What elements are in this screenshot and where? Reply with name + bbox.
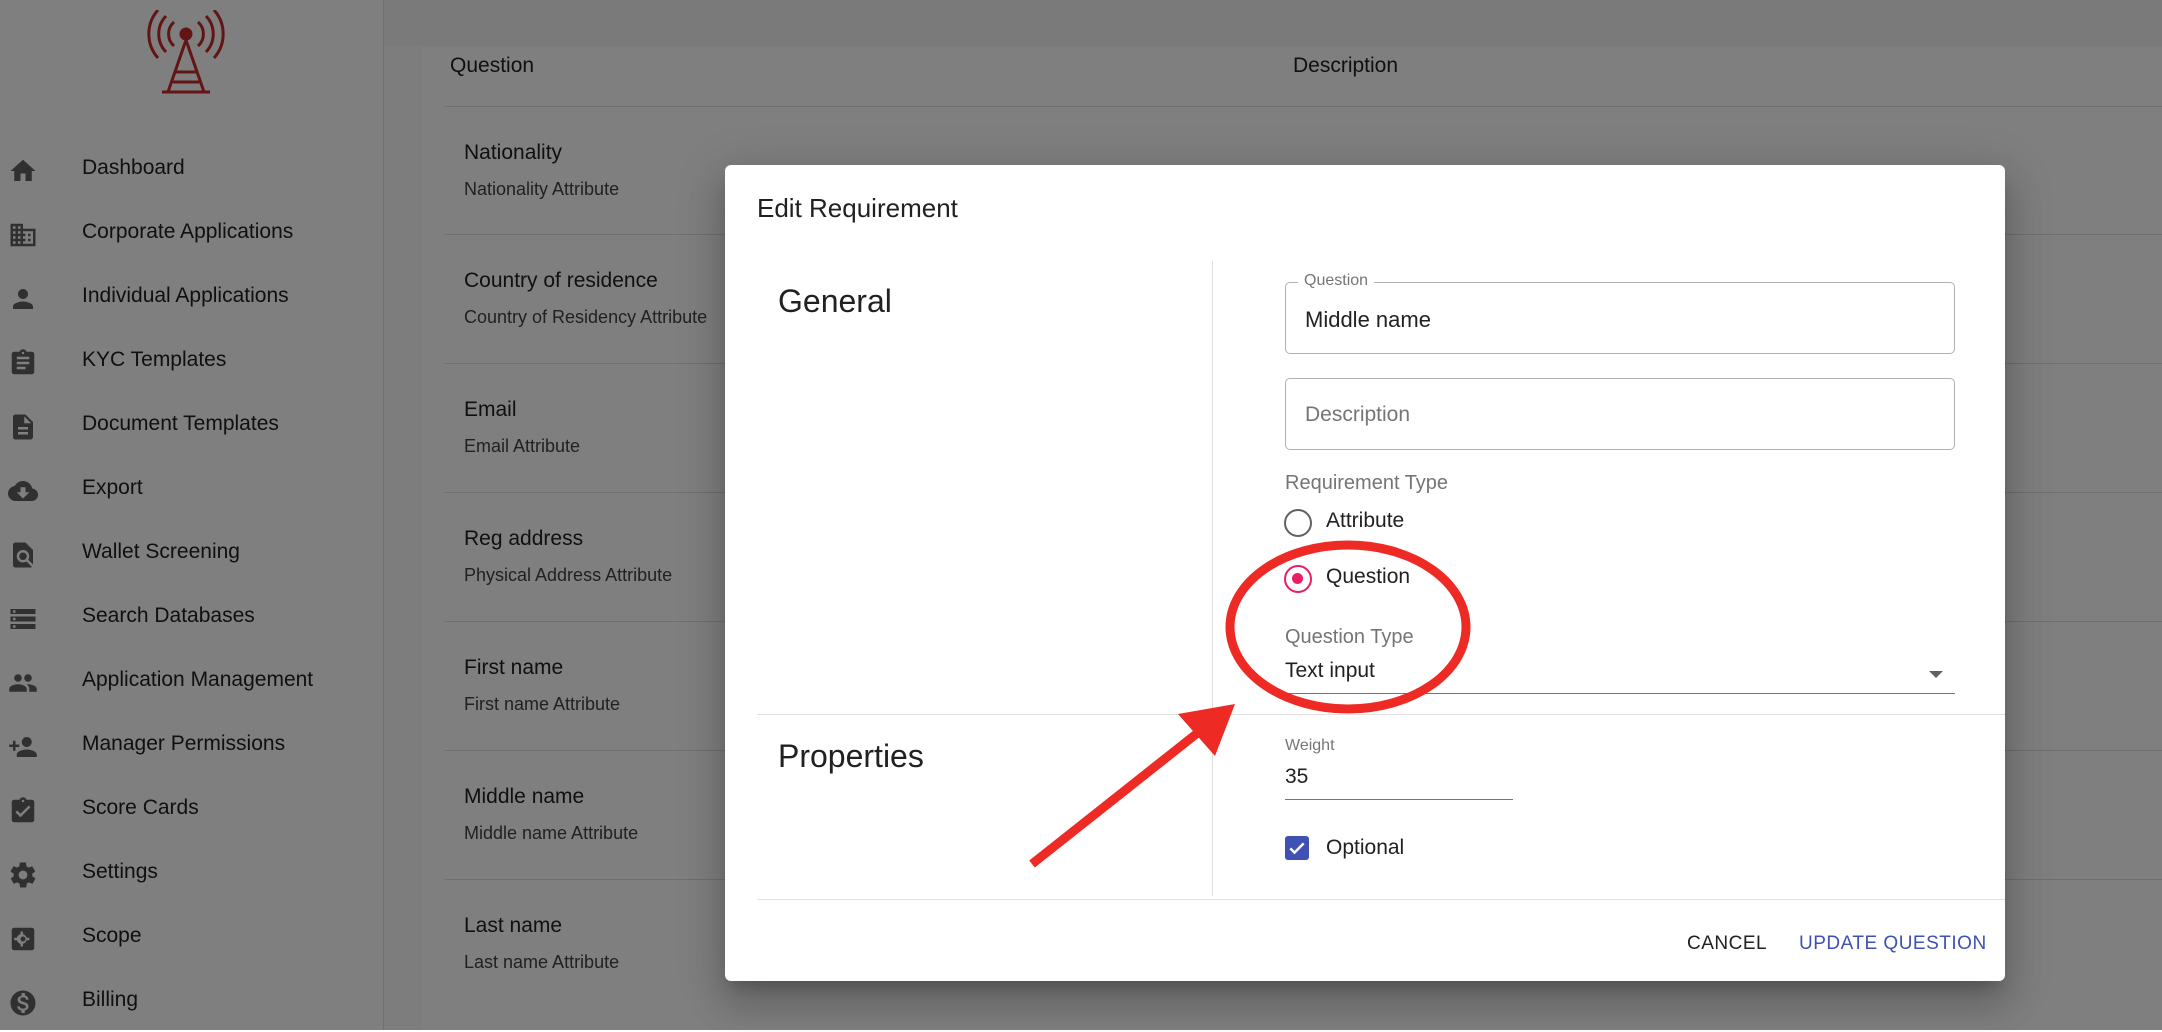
section-divider: [757, 899, 2005, 900]
description-field[interactable]: Description: [1285, 378, 1955, 450]
weight-field[interactable]: 35: [1285, 763, 1513, 800]
dialog-title: Edit Requirement: [757, 193, 958, 223]
cancel-button[interactable]: CANCEL: [1687, 933, 1767, 955]
question-field[interactable]: Question Middle name: [1285, 272, 1955, 354]
properties-section-title: Properties: [778, 738, 924, 774]
requirement-type-label: Requirement Type: [1285, 472, 1449, 494]
question-type-select[interactable]: Text input: [1285, 653, 1955, 694]
optional-label[interactable]: Optional: [1326, 836, 1404, 860]
radio-question[interactable]: [1284, 565, 1312, 593]
dropdown-arrow-icon: [1929, 671, 1943, 678]
radio-attribute-label[interactable]: Attribute: [1326, 509, 1404, 533]
general-section-title: General: [778, 283, 892, 319]
question-field-value: Middle name: [1305, 307, 1431, 332]
checkmark-icon: [1289, 842, 1305, 855]
question-field-label: Question: [1298, 272, 1375, 290]
description-field-placeholder: Description: [1305, 403, 1411, 426]
question-type-label: Question Type: [1285, 626, 1414, 648]
radio-question-label[interactable]: Question: [1326, 565, 1410, 589]
optional-checkbox[interactable]: [1285, 836, 1309, 860]
question-type-value: Text input: [1285, 659, 1375, 682]
edit-requirement-dialog: Edit Requirement General Properties Ques…: [725, 165, 2005, 981]
weight-value: 35: [1285, 765, 1309, 788]
section-divider-vertical: [1212, 261, 1213, 896]
section-divider: [757, 714, 2005, 715]
weight-label: Weight: [1285, 737, 1335, 754]
radio-attribute[interactable]: [1284, 509, 1312, 537]
update-question-button[interactable]: UPDATE QUESTION: [1799, 933, 1987, 955]
